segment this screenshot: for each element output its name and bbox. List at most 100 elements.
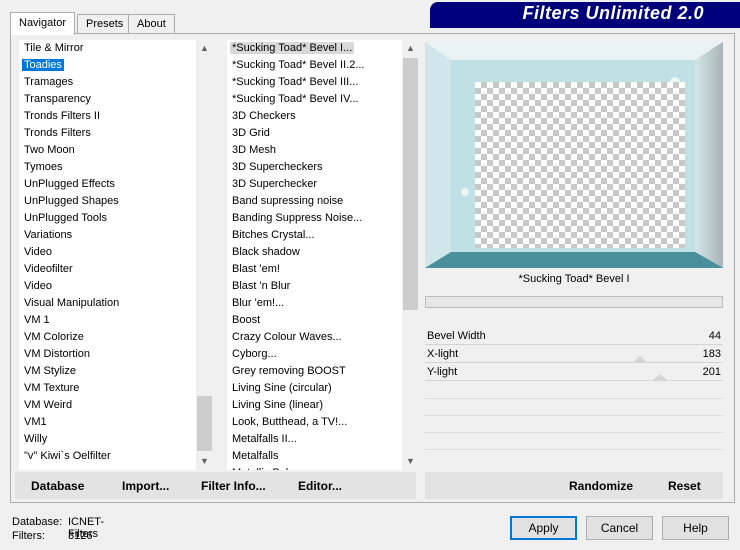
category-item[interactable]: VM Colorize [19, 329, 196, 346]
filter-label: *Sucking Toad* Bevel IV... [232, 93, 359, 105]
param-value: 44 [708, 330, 721, 342]
filter-item[interactable]: Metalfalls [227, 448, 402, 465]
scroll-down-icon[interactable]: ▼ [196, 453, 213, 470]
category-item[interactable]: Transparency [19, 91, 196, 108]
filter-item[interactable]: Banding Suppress Noise... [227, 210, 402, 227]
filter-item[interactable]: 3D Supercheckers [227, 159, 402, 176]
filter-label: Banding Suppress Noise... [232, 212, 363, 224]
param-slider[interactable]: Bevel Width 44 [425, 328, 723, 345]
category-item[interactable]: Video [19, 278, 196, 295]
filter-label: *Sucking Toad* Bevel III... [232, 76, 359, 88]
category-list[interactable]: Tile & Mirror Toadies Tramages Transparency… [19, 40, 196, 470]
category-item[interactable]: UnPlugged Effects [19, 176, 196, 193]
filter-item[interactable]: Grey removing BOOST [227, 363, 402, 380]
category-item[interactable]: UnPlugged Tools [19, 210, 196, 227]
slider-thumb[interactable] [633, 356, 647, 362]
filter-item[interactable]: 3D Grid [227, 125, 402, 142]
category-item[interactable]: Toadies [19, 57, 196, 74]
category-label: Video [24, 246, 52, 258]
category-item[interactable]: Visual Manipulation [19, 295, 196, 312]
filter-label: Metalfalls II... [232, 433, 297, 445]
category-item[interactable]: Tile & Mirror [19, 40, 196, 57]
category-label: Tramages [24, 76, 74, 88]
filter-list[interactable]: *Sucking Toad* Bevel I... *Sucking Toad* … [227, 40, 402, 470]
filter-info-button[interactable]: Filter Info... [201, 479, 266, 493]
scroll-up-icon[interactable]: ▲ [402, 40, 419, 57]
filter-item[interactable]: Blast 'em! [227, 261, 402, 278]
filter-item[interactable]: 3D Superchecker [227, 176, 402, 193]
filter-item[interactable]: Boost [227, 312, 402, 329]
database-button[interactable]: Database [31, 479, 84, 493]
tab-about[interactable]: About [128, 14, 175, 34]
category-scrollbar[interactable]: ▲ ▼ [196, 40, 213, 470]
randomize-button[interactable]: Randomize [569, 479, 633, 493]
filter-item[interactable]: 3D Mesh [227, 142, 402, 159]
param-slider[interactable]: X-light 183 [425, 346, 723, 363]
category-label: Willy [24, 433, 48, 445]
filter-item[interactable]: Living Sine (circular) [227, 380, 402, 397]
category-item[interactable]: Two Moon [19, 142, 196, 159]
import-button[interactable]: Import... [122, 479, 169, 493]
category-item[interactable]: Willy [19, 431, 196, 448]
category-item[interactable]: Videofilter [19, 261, 196, 278]
slider-track[interactable] [425, 380, 723, 381]
category-label: Tymoes [24, 161, 63, 173]
filter-item[interactable]: Crazy Colour Waves... [227, 329, 402, 346]
filter-item[interactable]: Living Sine (linear) [227, 397, 402, 414]
filter-item[interactable]: Blur 'em!... [227, 295, 402, 312]
filter-item[interactable]: Blast 'n Blur [227, 278, 402, 295]
category-item[interactable]: VM Texture [19, 380, 196, 397]
apply-button[interactable]: Apply [510, 516, 577, 540]
filter-item[interactable]: *Sucking Toad* Bevel II.2... [227, 57, 402, 74]
editor-button[interactable]: Editor... [298, 479, 342, 493]
category-label: VM1 [24, 416, 47, 428]
filter-scrollbar[interactable]: ▲ ▼ [402, 40, 419, 470]
help-button[interactable]: Help [662, 516, 729, 540]
category-item[interactable]: VM 1 [19, 312, 196, 329]
filter-label: Metallic Puke... [230, 467, 309, 470]
category-label: VM Stylize [24, 365, 76, 377]
filter-item[interactable]: Metallic Puke... [227, 465, 402, 470]
param-slider[interactable]: Y-light 201 [425, 364, 723, 381]
category-item[interactable]: Video [19, 244, 196, 261]
category-label: Tronds Filters II [24, 110, 100, 122]
category-item[interactable]: VM Distortion [19, 346, 196, 363]
cancel-button[interactable]: Cancel [586, 516, 653, 540]
scroll-thumb[interactable] [403, 58, 418, 310]
category-item[interactable]: Variations [19, 227, 196, 244]
scroll-down-icon[interactable]: ▼ [402, 453, 419, 470]
category-item[interactable]: VM Weird [19, 397, 196, 414]
slider-thumb[interactable] [653, 374, 667, 380]
filter-item[interactable]: Band supressing noise [227, 193, 402, 210]
tab-presets[interactable]: Presets [77, 14, 133, 34]
category-item[interactable]: Tymoes [19, 159, 196, 176]
category-label: VM Texture [24, 382, 80, 394]
category-item[interactable]: VM1 [19, 414, 196, 431]
filter-item[interactable]: Metalfalls II... [227, 431, 402, 448]
filter-item[interactable]: Cyborg... [227, 346, 402, 363]
filter-item[interactable]: Bitches Crystal... [227, 227, 402, 244]
category-item[interactable]: UnPlugged Shapes [19, 193, 196, 210]
filter-label: Metalfalls [232, 450, 279, 462]
scroll-up-icon[interactable]: ▲ [196, 40, 213, 57]
banner-underline [430, 26, 740, 28]
category-item[interactable]: "v" Kiwi`s Oelfilter [19, 448, 196, 465]
category-label: Tronds Filters [24, 127, 91, 139]
slider-track[interactable] [425, 344, 723, 345]
filter-item[interactable]: *Sucking Toad* Bevel I... [227, 40, 402, 57]
filter-item[interactable]: 3D Checkers [227, 108, 402, 125]
filter-item[interactable]: *Sucking Toad* Bevel IV... [227, 91, 402, 108]
slider-track[interactable] [425, 362, 723, 363]
reset-button[interactable]: Reset [668, 479, 701, 493]
category-item[interactable]: VM Stylize [19, 363, 196, 380]
scroll-thumb[interactable] [197, 396, 212, 451]
filter-item[interactable]: Black shadow [227, 244, 402, 261]
category-item[interactable]: Tronds Filters [19, 125, 196, 142]
category-label: VM 1 [24, 314, 50, 326]
tab-navigator[interactable]: Navigator [10, 12, 76, 35]
category-item[interactable]: Tramages [19, 74, 196, 91]
filter-item[interactable]: *Sucking Toad* Bevel III... [227, 74, 402, 91]
filter-item[interactable]: Look, Butthead, a TV!... [227, 414, 402, 431]
filter-label: Black shadow [232, 246, 300, 258]
category-item[interactable]: Tronds Filters II [19, 108, 196, 125]
